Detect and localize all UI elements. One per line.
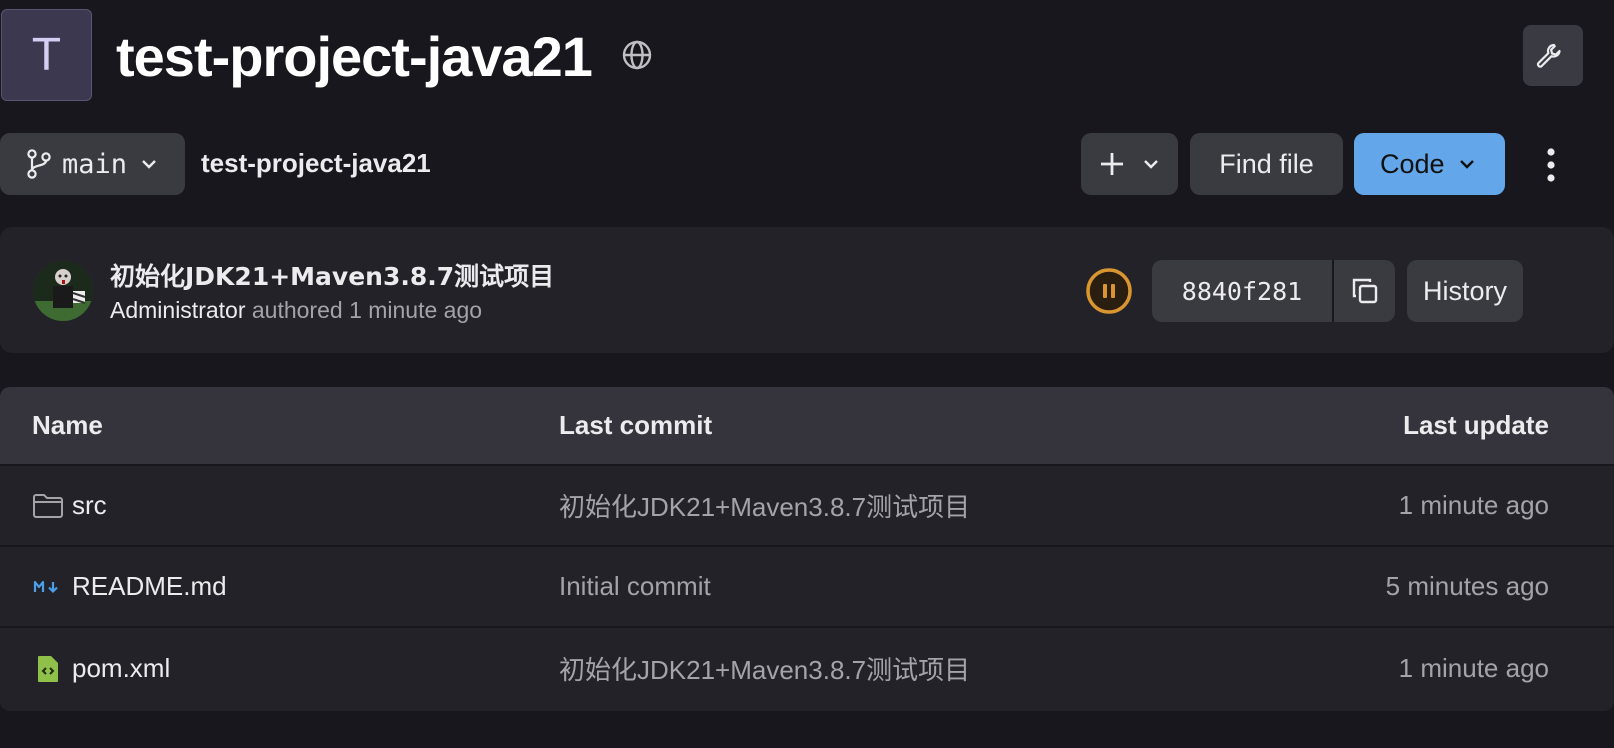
user-avatar-image bbox=[33, 261, 93, 321]
wrench-icon bbox=[1536, 43, 1561, 68]
column-header-last-commit: Last commit bbox=[559, 410, 713, 440]
last-commit-link[interactable]: Initial commit bbox=[559, 571, 1159, 602]
commit-sha-group: 8840f281 bbox=[1152, 260, 1395, 322]
table-row[interactable]: README.md Initial commit 5 minutes ago bbox=[0, 547, 1614, 628]
globe-icon bbox=[622, 40, 652, 70]
column-header-name: Name bbox=[32, 410, 103, 440]
breadcrumb-project[interactable]: test-project-java21 bbox=[201, 148, 431, 179]
xml-file-icon bbox=[32, 655, 64, 683]
chevron-down-icon bbox=[1144, 160, 1158, 169]
last-commit-link[interactable]: 初始化JDK21+Maven3.8.7测试项目 bbox=[559, 487, 1159, 524]
find-file-button[interactable]: Find file bbox=[1190, 133, 1343, 195]
plus-icon bbox=[1101, 153, 1123, 175]
commit-title[interactable]: 初始化JDK21+Maven3.8.7测试项目 bbox=[110, 257, 554, 293]
history-label: History bbox=[1422, 275, 1507, 306]
last-commit-link[interactable]: 初始化JDK21+Maven3.8.7测试项目 bbox=[559, 650, 1159, 687]
file-table: Name Last commit Last update src 初始化JDK2… bbox=[0, 387, 1614, 711]
settings-button[interactable] bbox=[1523, 25, 1583, 86]
project-title: test-project-java21 bbox=[116, 25, 593, 88]
copy-icon bbox=[1352, 278, 1377, 304]
table-row[interactable]: src 初始化JDK21+Maven3.8.7测试项目 1 minute ago bbox=[0, 466, 1614, 547]
table-header: Name Last commit Last update bbox=[0, 387, 1614, 466]
branch-selector[interactable]: main bbox=[0, 133, 185, 195]
find-file-label: Find file bbox=[1219, 148, 1314, 179]
add-dropdown-button[interactable] bbox=[1081, 133, 1178, 195]
last-update-time: 5 minutes ago bbox=[1385, 571, 1549, 601]
file-name-link[interactable]: README.md bbox=[72, 571, 227, 602]
file-name-link[interactable]: pom.xml bbox=[72, 653, 170, 684]
markdown-icon bbox=[32, 573, 64, 601]
chevron-down-icon bbox=[142, 160, 156, 169]
branch-icon bbox=[27, 149, 51, 179]
folder-icon bbox=[32, 492, 64, 520]
code-label: Code bbox=[1380, 148, 1445, 179]
commit-meta: Administrator authored 1 minute ago bbox=[110, 297, 482, 324]
repository-page: T test-project-java21 main test-project-… bbox=[0, 0, 1614, 748]
project-avatar[interactable]: T bbox=[1, 9, 92, 101]
commit-sha[interactable]: 8840f281 bbox=[1152, 260, 1332, 322]
file-name-cell: README.md bbox=[0, 571, 559, 602]
last-update-time: 1 minute ago bbox=[1398, 490, 1549, 520]
file-name-cell: src bbox=[0, 490, 559, 521]
more-actions-icon[interactable] bbox=[1544, 147, 1558, 183]
pipeline-paused-icon[interactable] bbox=[1085, 267, 1133, 315]
branch-name: main bbox=[62, 148, 128, 180]
avatar[interactable] bbox=[33, 261, 93, 321]
commit-author[interactable]: Administrator bbox=[110, 297, 245, 323]
chevron-down-icon bbox=[1459, 160, 1474, 169]
column-header-last-update: Last update bbox=[1403, 410, 1549, 440]
code-dropdown-button[interactable]: Code bbox=[1354, 133, 1505, 195]
table-row[interactable]: pom.xml 初始化JDK21+Maven3.8.7测试项目 1 minute… bbox=[0, 628, 1614, 709]
file-name-cell: pom.xml bbox=[0, 653, 559, 684]
copy-sha-button[interactable] bbox=[1332, 260, 1395, 322]
commit-authored-time: authored 1 minute ago bbox=[251, 297, 483, 323]
file-name-link[interactable]: src bbox=[72, 490, 107, 521]
project-avatar-letter: T bbox=[33, 29, 60, 81]
last-update-time: 1 minute ago bbox=[1398, 653, 1549, 683]
history-button[interactable]: History bbox=[1407, 260, 1523, 322]
